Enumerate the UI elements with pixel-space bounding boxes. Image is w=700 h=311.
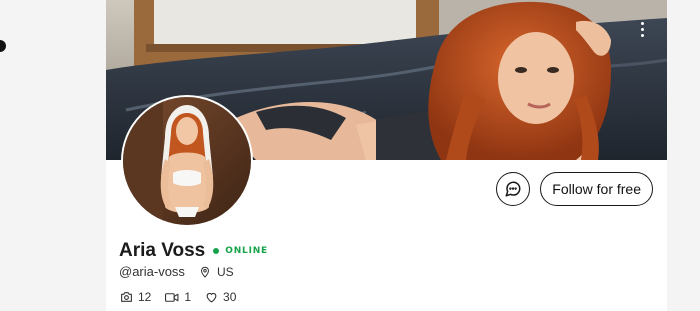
camera-icon [121,292,132,302]
heart-icon [206,292,217,303]
meta-row: @aria-voss US [119,264,234,279]
videos-count: 1 [184,290,192,304]
stat-videos: 1 [165,290,191,304]
profile-card: Follow for free Aria Voss ONLINE @aria-v… [106,0,667,311]
name-row: Aria Voss ONLINE [119,240,268,262]
avatar-image [123,97,251,225]
stats-row: 12 1 30 [120,290,250,304]
location-label: US [216,264,234,279]
username-handle: @aria-voss [119,264,185,279]
message-button[interactable] [496,172,531,206]
online-status-label: ONLINE [225,246,268,256]
stat-likes: 30 [205,290,236,304]
location-pin-icon [200,266,209,277]
follow-button[interactable]: Follow for free [540,172,653,206]
scroll-indicator-dot [0,40,6,52]
profile-actions: Follow for free [496,172,653,206]
stat-photos: 12 [120,290,151,304]
message-icon [505,181,521,197]
likes-count: 30 [223,290,237,304]
online-status-dot [213,248,220,254]
video-icon [165,292,179,302]
avatar[interactable] [121,95,253,227]
display-name: Aria Voss [119,240,206,261]
photos-count: 12 [138,290,152,304]
location: US [199,265,234,279]
more-options-icon[interactable] [639,22,645,38]
